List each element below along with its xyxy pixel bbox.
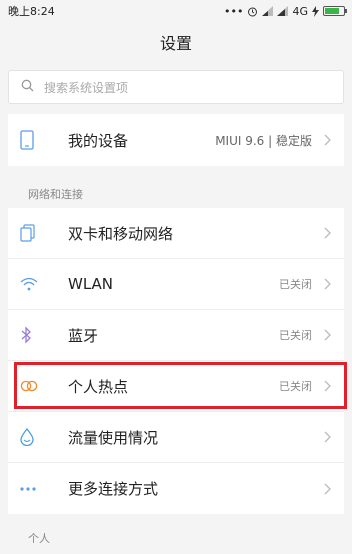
page-title: 设置 [159,34,192,53]
more-connections-item[interactable]: 更多连接方式 [8,463,344,514]
alarm-icon [247,6,258,17]
data-usage-item[interactable]: 流量使用情况 [8,412,344,463]
status-time: 晚上8:24 [8,5,55,18]
search-placeholder: 搜索系统设置项 [44,80,129,95]
chevron-right-icon [324,278,334,290]
bluetooth-item[interactable]: 蓝牙 已关闭 [8,310,344,361]
network-card: 双卡和移动网络 WLAN 已关闭 蓝牙 已关闭 个人热点 已关闭 流量使用情况 … [8,208,344,514]
section-header-personal: 个人 [28,532,50,545]
charging-icon [312,5,319,17]
data-usage-icon [20,428,54,446]
wlan-item[interactable]: WLAN 已关闭 [8,259,344,310]
bluetooth-icon [20,326,54,344]
4g-icon: 4G [292,4,308,18]
section-header-network: 网络和连接 [28,188,83,201]
chevron-right-icon [324,227,334,239]
search-icon [21,79,34,95]
chevron-right-icon [324,134,334,146]
signal-icon [277,6,289,16]
chevron-right-icon [324,329,334,341]
device-card: 我的设备 MIUI 9.6 | 稳定版 [8,114,344,166]
sim-cards-icon [20,224,54,242]
sim-and-mobile-network-item[interactable]: 双卡和移动网络 [8,208,344,259]
dots-icon: ••• [224,4,244,18]
status-icons: ••• 4G [224,4,347,18]
phone-icon [20,130,54,150]
chevron-right-icon [324,380,334,392]
battery-icon [323,6,347,16]
status-bar: 晚上8:24 ••• 4G [0,0,352,22]
chevron-right-icon [324,483,334,495]
wifi-icon [20,277,54,291]
my-device-version: MIUI 9.6 | 稳定版 [215,133,312,148]
my-device-item[interactable]: 我的设备 MIUI 9.6 | 稳定版 [8,114,344,166]
my-device-label: 我的设备 [68,131,129,150]
personal-hotspot-item[interactable]: 个人热点 已关闭 [8,361,344,412]
search-input[interactable]: 搜索系统设置项 [8,70,344,104]
more-dots-icon [20,486,54,491]
signal-icon [262,6,274,16]
hotspot-icon [20,380,54,392]
chevron-right-icon [324,431,334,443]
